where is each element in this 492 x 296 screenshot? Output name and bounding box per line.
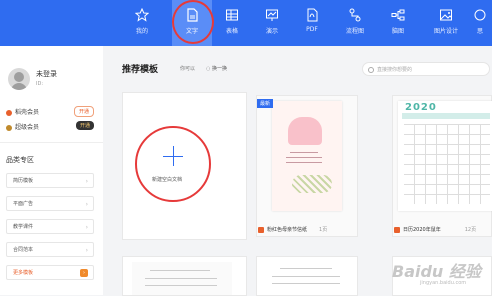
category-label: 教学课件	[13, 224, 34, 230]
tab-label: 思	[476, 28, 483, 35]
star-icon	[135, 8, 149, 22]
highlight-circle	[172, 0, 214, 44]
svip-row: 超级会员 开通	[6, 121, 96, 132]
tab-image-design[interactable]: 图片设计	[426, 0, 466, 46]
swap-button[interactable]: ◌ 换一换	[206, 65, 227, 72]
text-line	[280, 268, 332, 269]
template-name[interactable]: 日历2020年鼠年	[403, 227, 441, 233]
svip-open-button[interactable]: 开通	[75, 121, 94, 130]
text-line	[290, 152, 318, 153]
category-label: 更多模板	[13, 270, 34, 276]
category-item[interactable]: 平面广告 ›	[6, 196, 94, 211]
chevron-right-icon: ›	[85, 247, 88, 254]
user-id: ID:	[36, 81, 44, 87]
tab-label: 演示	[265, 28, 278, 35]
word-icon	[394, 226, 400, 233]
page-title: 推荐模板	[122, 65, 159, 75]
mindmap-icon	[391, 9, 405, 21]
calendar-band	[402, 113, 490, 119]
calendar-grid	[404, 124, 490, 204]
category-label: 简历模板	[13, 178, 34, 184]
search-input[interactable]: 直接搜你想要的	[362, 62, 490, 76]
template-caption: 粉红色母亲节信纸 1页	[258, 226, 327, 233]
tab-more[interactable]: 思	[468, 0, 492, 46]
page-count: 12页	[464, 227, 477, 233]
tab-mindmap[interactable]: 脑图	[378, 0, 418, 46]
new-badge: 最新	[257, 99, 274, 108]
presentation-icon	[266, 9, 278, 21]
text-line	[150, 270, 210, 271]
avatar[interactable]	[8, 68, 30, 90]
chevron-right-icon: ›	[85, 178, 88, 185]
filter-hint: 你可以	[180, 66, 196, 72]
category-title: 品类专区	[6, 156, 34, 164]
template-caption: 日历2020年鼠年 12页	[394, 226, 476, 233]
text-line	[286, 162, 322, 163]
category-label: 平面广告	[13, 201, 34, 207]
login-status[interactable]: 未登录	[36, 69, 57, 79]
heart-illustration	[288, 117, 322, 145]
pdf-icon	[307, 8, 318, 22]
watermark: Baidu 经验	[392, 262, 481, 281]
category-item[interactable]: 简历模板 ›	[6, 173, 94, 188]
svip-icon	[6, 124, 12, 131]
flower-illustration	[292, 175, 332, 193]
template-name[interactable]: 粉红色母亲节信纸	[267, 227, 307, 233]
divider	[0, 142, 103, 143]
swap-label: 换一换	[211, 66, 227, 72]
category-label: 合同范本	[13, 247, 34, 253]
tab-label: 脑图	[391, 28, 404, 35]
flowchart-icon	[349, 8, 361, 22]
tab-pdf[interactable]: PDF	[292, 0, 332, 46]
text-line	[145, 278, 217, 279]
category-item[interactable]: 教学课件 ›	[6, 219, 94, 234]
word-icon	[258, 226, 264, 233]
chevron-right-icon: ›	[80, 269, 88, 277]
vip-row: 稻壳会员 开通	[6, 106, 96, 117]
page-count: 1页	[319, 227, 328, 233]
svip-label: 超级会员	[15, 124, 40, 131]
tab-label: 表格	[225, 28, 238, 35]
vip-label: 稻壳会员	[15, 109, 40, 116]
text-line	[145, 285, 217, 286]
search-placeholder: 直接搜你想要的	[377, 67, 413, 73]
vip-open-button[interactable]: 开通	[73, 106, 94, 117]
category-more[interactable]: 更多模板 ›	[6, 265, 94, 280]
tab-flowchart[interactable]: 流程图	[335, 0, 375, 46]
more-icon	[474, 9, 486, 21]
tab-spreadsheet[interactable]: 表格	[212, 0, 252, 46]
text-line	[286, 157, 322, 158]
watermark-url: jingyan.baidu.com	[420, 280, 467, 286]
top-nav-bar: 我的 文字 表格 演示 PDF 流程图 脑图 图片设计 思	[0, 0, 492, 46]
image-design-icon	[440, 9, 452, 21]
calendar-year: 2020	[405, 102, 437, 113]
text-line	[272, 276, 340, 277]
tab-mine[interactable]: 我的	[122, 0, 162, 46]
tab-label: 流程图	[345, 28, 364, 35]
tab-presentation[interactable]: 演示	[252, 0, 292, 46]
vip-icon	[6, 109, 12, 116]
highlight-circle	[135, 126, 211, 202]
table-icon	[226, 9, 238, 21]
tab-label: PDF	[306, 26, 318, 33]
tab-label: 我的	[135, 28, 148, 35]
text-line	[272, 283, 340, 284]
tab-label: 图片设计	[433, 28, 458, 35]
chevron-right-icon: ›	[85, 224, 88, 231]
search-icon	[368, 67, 374, 73]
category-item[interactable]: 合同范本 ›	[6, 242, 94, 257]
chevron-right-icon: ›	[85, 201, 88, 208]
